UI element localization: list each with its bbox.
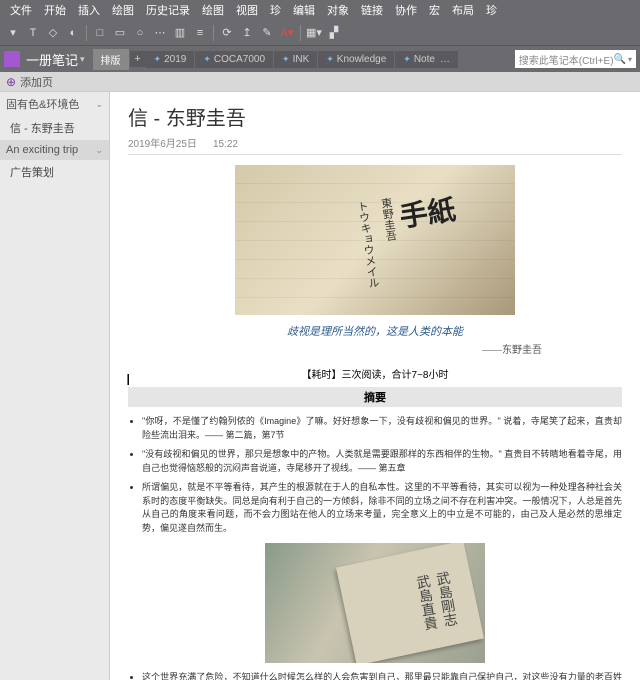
chevron-icon: ⌄ — [95, 99, 103, 110]
star-icon: ✦ — [203, 54, 211, 65]
tool-circle[interactable]: ○ — [131, 24, 149, 42]
quote-text: 歧视是理所当然的，这是人类的本能 — [128, 323, 622, 339]
tool-font[interactable]: A▾ — [278, 24, 296, 42]
book-cover-image: トウキョウメイル 東野圭吾 手紙 — [235, 165, 515, 315]
tool-text[interactable]: T — [24, 24, 42, 42]
menu-zhen2[interactable]: 珍 — [480, 2, 503, 18]
star-icon: ✦ — [326, 54, 334, 65]
list-item[interactable]: "你呀，不是懂了约翰列侬的《Imagine》了嘛。好好想象一下，没有歧视和偏见的… — [142, 415, 622, 442]
page-sidebar: 固有色&环境色⌄ 信 - 东野圭吾 An exciting trip⌄ 广告策划 — [0, 92, 110, 680]
chevron-down-icon[interactable]: ▾ — [80, 54, 85, 65]
tab-coca[interactable]: ✦COCA7000 — [195, 51, 273, 68]
menu-bar: 文件 开始 插入 绘图 历史记录 绘图 视图 珍 编辑 对象 链接 协作 宏 布… — [0, 0, 640, 20]
tool-pen[interactable]: ✎ — [258, 24, 276, 42]
tool-dash[interactable]: ⋯ — [151, 24, 169, 42]
chevron-icon: ⌄ — [95, 145, 103, 156]
sidebar-cat-colors[interactable]: 固有色&环境色⌄ — [0, 92, 109, 116]
menu-edit[interactable]: 编辑 — [287, 2, 321, 18]
menu-layout[interactable]: 布局 — [446, 2, 480, 18]
summary-header: 摘要 — [128, 387, 622, 407]
tab-ink[interactable]: ✦INK — [274, 51, 317, 68]
list-item[interactable]: 所谓偏见，就是不平等看待，其产生的根源就在于人的自私本性。这里的不平等看待，其实… — [142, 481, 622, 535]
search-input[interactable]: 搜索此笔记本(Ctrl+E) 🔍 ▾ — [515, 50, 636, 68]
sidebar-item-ad[interactable]: 广告策划 — [0, 160, 109, 184]
menu-draw2[interactable]: 绘图 — [196, 2, 230, 18]
tool-chart[interactable]: ▥ — [171, 24, 189, 42]
text-cursor: I — [126, 372, 130, 390]
title-bar: 一册笔记 ▾ 排版 + ✦2019 ✦COCA7000 ✦INK ✦Knowle… — [0, 46, 640, 72]
menu-collab[interactable]: 协作 — [389, 2, 423, 18]
menu-file[interactable]: 文件 — [4, 2, 38, 18]
menu-insert[interactable]: 插入 — [72, 2, 106, 18]
notebook-title[interactable]: 一册笔记 — [26, 50, 78, 69]
menu-start[interactable]: 开始 — [38, 2, 72, 18]
sidebar-cat-trip[interactable]: An exciting trip⌄ — [0, 140, 109, 160]
tool-new[interactable]: ▾ — [4, 24, 22, 42]
list-item[interactable]: 这个世界充满了危险，不知道什么时候怎么样的人会危害到自己，那里最只能靠自己保护自… — [142, 671, 622, 680]
menu-macro[interactable]: 宏 — [423, 2, 446, 18]
menu-view[interactable]: 视图 — [230, 2, 264, 18]
plus-icon: ⊕ — [6, 75, 16, 89]
page-date: 2019年6月25日 — [128, 139, 197, 150]
tool-box[interactable]: □ — [91, 24, 109, 42]
tool-refresh[interactable]: ⟳ — [218, 24, 236, 42]
inline-image: 武島剛志武島直貴 — [265, 543, 485, 663]
tool-rule[interactable]: ▭ — [111, 24, 129, 42]
star-icon: ✦ — [403, 54, 411, 65]
tool-shape[interactable]: ◇ — [44, 24, 62, 42]
add-page-button[interactable]: ⊕ 添加页 — [0, 72, 640, 92]
tab-note[interactable]: ✦Note… — [395, 51, 458, 68]
page-title[interactable]: 信 - 东野圭吾 — [128, 102, 622, 131]
tool-graph[interactable]: ▞ — [325, 24, 343, 42]
list-item[interactable]: "没有歧视和偏见的世界，那只是想象中的产物。人类就是需要跟那样的东西相伴的生物。… — [142, 448, 622, 475]
toolbar: ▾ T ◇ ◐ □ ▭ ○ ⋯ ▥ ≡ ⟳ ↥ ✎ A▾ ▦▾ ▞ — [0, 20, 640, 46]
page-content[interactable]: I 信 - 东野圭吾 2019年6月25日 15:22 トウキョウメイル 東野圭吾… — [110, 92, 640, 680]
tab-2019[interactable]: ✦2019 — [146, 51, 195, 68]
quote-signature: ——东野圭吾 — [128, 341, 622, 356]
tool-bars[interactable]: ≡ — [191, 24, 209, 42]
star-icon: ✦ — [282, 54, 290, 65]
menu-zhen[interactable]: 珍 — [264, 2, 287, 18]
tool-up[interactable]: ↥ — [238, 24, 256, 42]
summary-list-2: 这个世界充满了危险，不知道什么时候怎么样的人会危害到自己，那里最只能靠自己保护自… — [128, 671, 622, 680]
reading-time: 【耗时】三次阅读，合计7~8小时 — [128, 366, 622, 381]
menu-draw[interactable]: 绘图 — [106, 2, 140, 18]
tool-image[interactable]: ▦▾ — [305, 24, 323, 42]
tab-knowledge[interactable]: ✦Knowledge — [318, 51, 394, 68]
sidebar-item-letter[interactable]: 信 - 东野圭吾 — [0, 116, 109, 140]
chevron-down-icon[interactable]: ▾ — [628, 55, 632, 64]
search-icon: 🔍 — [614, 54, 626, 65]
tool-eraser[interactable]: ◐ — [64, 24, 82, 42]
page-meta: 2019年6月25日 15:22 — [128, 135, 622, 155]
page-time: 15:22 — [213, 139, 238, 150]
menu-object[interactable]: 对象 — [321, 2, 355, 18]
add-tab-button[interactable]: + — [130, 51, 146, 67]
summary-list: "你呀，不是懂了约翰列侬的《Imagine》了嘛。好好想象一下，没有歧视和偏见的… — [128, 415, 622, 535]
menu-link[interactable]: 链接 — [355, 2, 389, 18]
tab-layout[interactable]: 排版 — [93, 49, 129, 70]
star-icon: ✦ — [154, 54, 162, 65]
menu-history[interactable]: 历史记录 — [140, 2, 196, 18]
section-tabs: 排版 + ✦2019 ✦COCA7000 ✦INK ✦Knowledge ✦No… — [93, 46, 515, 72]
app-icon — [4, 51, 20, 67]
